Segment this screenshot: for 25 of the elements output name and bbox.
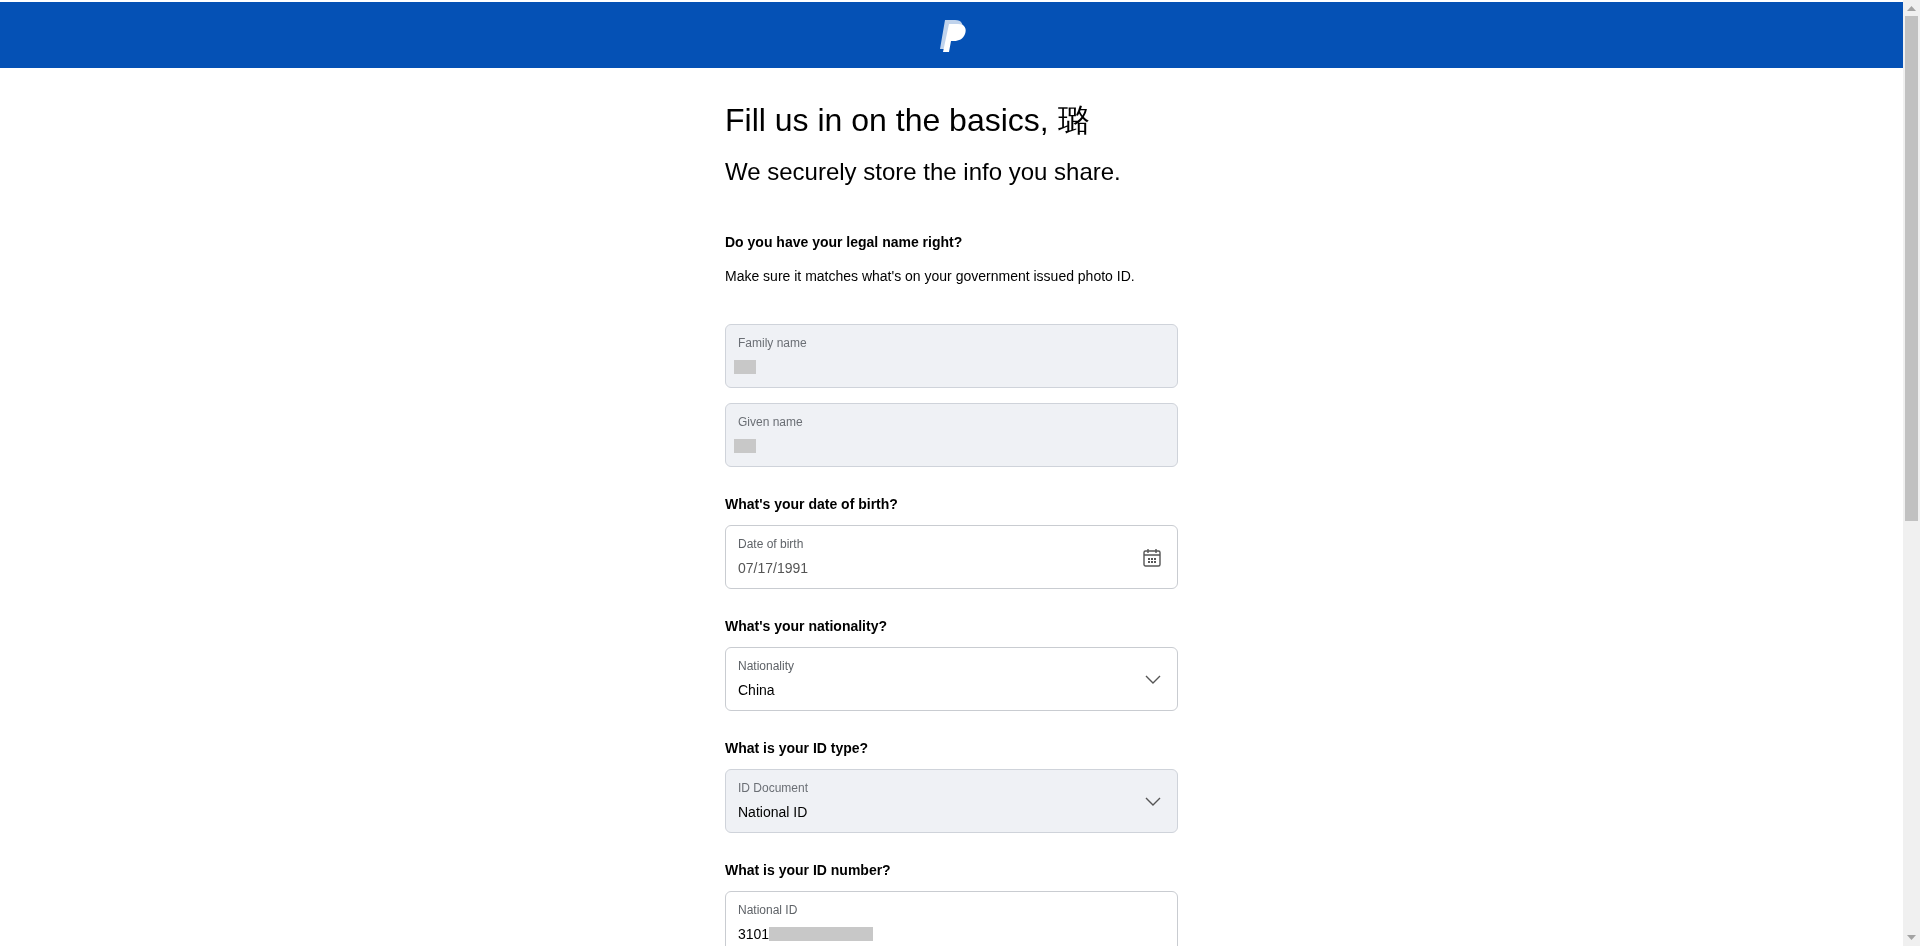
field-label: National ID (738, 902, 799, 918)
input-field[interactable]: Nationality China (725, 647, 1178, 711)
field-value: National ID (738, 803, 808, 822)
field-label: Given name (738, 414, 804, 430)
question-heading: What's your date of birth? (725, 495, 899, 514)
page-title: Fill us in on the basics, 璐 (725, 101, 1091, 140)
field-label: ID Document (738, 780, 810, 796)
field-label: Date of birth (738, 536, 805, 552)
question-heading: What's your nationality? (725, 617, 888, 636)
scrollbar[interactable] (1903, 0, 1920, 946)
help-text: Make sure it matches what's on your government issued photo ID. (725, 267, 1136, 286)
field-label: Nationality (738, 658, 796, 674)
field-label: Family name (738, 335, 808, 351)
input-field[interactable]: National ID 3101 (725, 891, 1178, 946)
question-heading: Do you have your legal name right? (725, 233, 964, 252)
scrollbar-thumb[interactable] (1905, 16, 1918, 521)
question-heading: What is your ID number? (725, 861, 892, 880)
field-value: 07/17/1991 (738, 559, 809, 578)
calendar-icon[interactable] (1143, 547, 1161, 567)
field-value: China (738, 681, 775, 700)
field-value: 3101 (738, 925, 770, 944)
page-subtitle: We securely store the info you share. (725, 157, 1122, 187)
input-field[interactable]: Date of birth 07/17/1991 (725, 525, 1178, 589)
question-heading: What is your ID type? (725, 739, 870, 758)
chevron-down-icon[interactable] (1145, 674, 1161, 684)
